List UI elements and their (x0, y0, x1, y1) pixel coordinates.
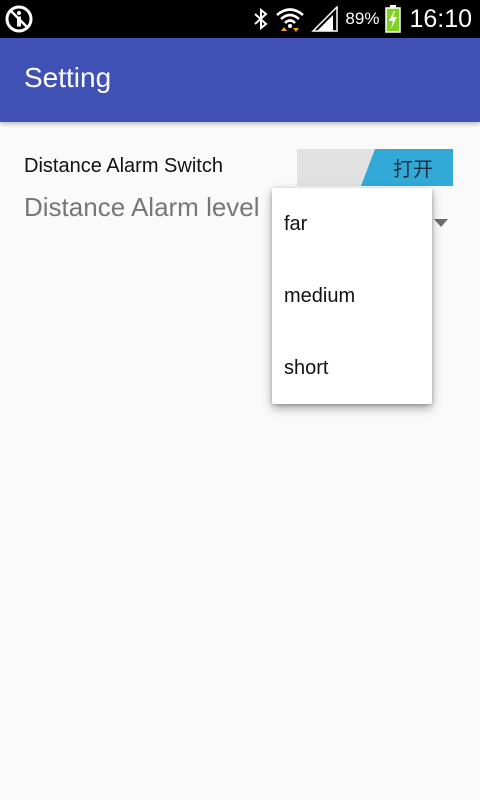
app-bar: Setting (0, 38, 480, 122)
status-bar: 89% 16:10 (0, 0, 480, 38)
dropdown-option-short[interactable]: short (272, 332, 432, 404)
battery-percent: 89% (345, 9, 380, 28)
distance-alarm-toggle[interactable]: 打开 (297, 149, 453, 186)
dropdown-option-far[interactable]: far (272, 188, 432, 260)
signal-icon (311, 6, 339, 32)
battery-charging-icon (385, 5, 402, 33)
clock: 16:10 (409, 4, 472, 33)
info-circle-icon (4, 4, 34, 34)
toggle-state-text: 打开 (393, 157, 433, 181)
toggle-on-segment: 打开 (361, 149, 453, 186)
distance-alarm-level-label: Distance Alarm level (24, 192, 260, 222)
alarm-level-dropdown: far medium short (272, 188, 432, 404)
page-title: Setting (24, 62, 112, 93)
distance-alarm-switch-label: Distance Alarm Switch (24, 155, 223, 177)
dropdown-option-medium[interactable]: medium (272, 260, 432, 332)
dropdown-arrow-icon[interactable] (434, 219, 448, 227)
bluetooth-icon (253, 7, 269, 31)
wifi-icon (275, 5, 305, 33)
